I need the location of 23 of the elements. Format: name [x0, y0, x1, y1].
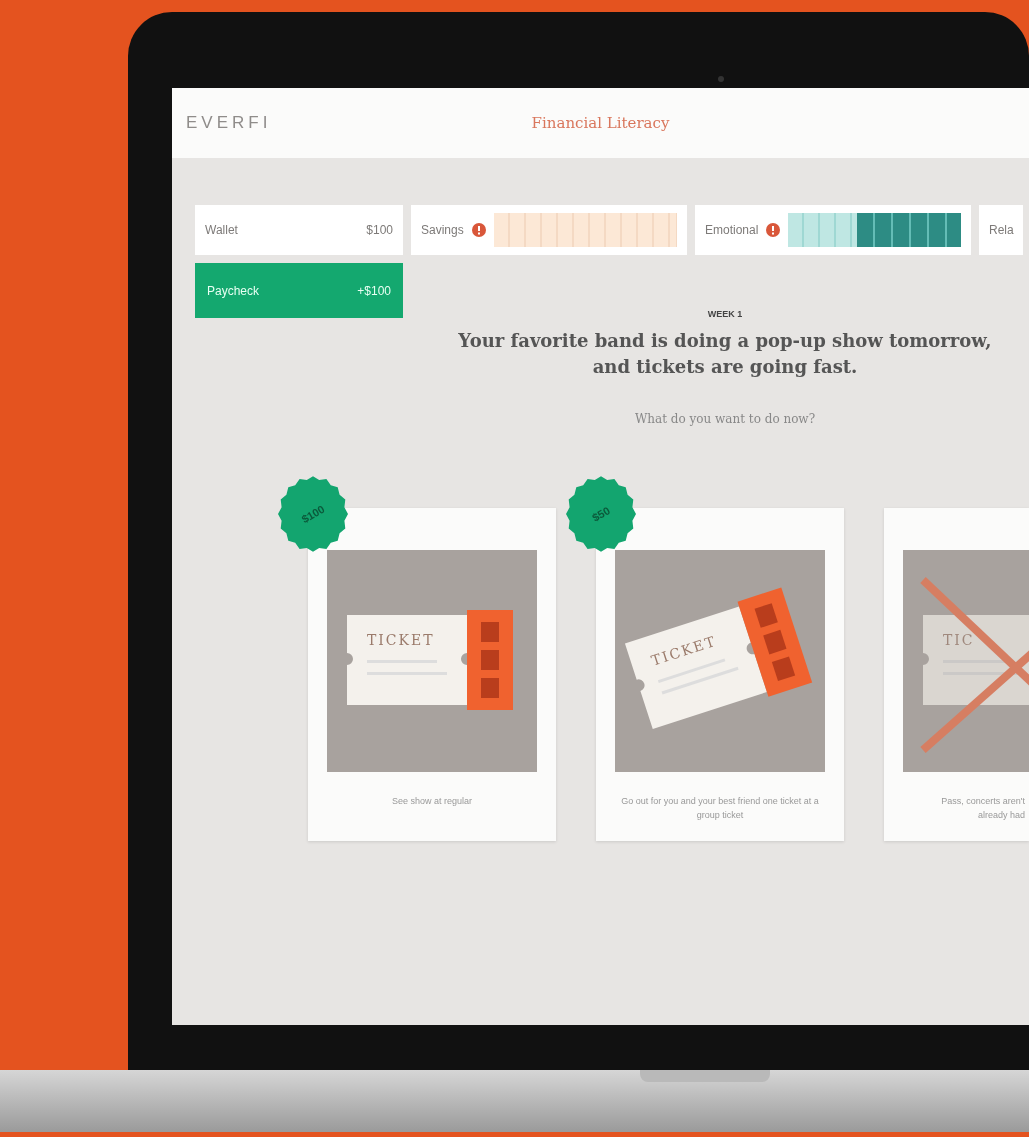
- price-badge: $100: [278, 475, 348, 552]
- help-icon[interactable]: [766, 223, 781, 237]
- stat-label: Savings: [421, 222, 464, 239]
- stat-value: $100: [366, 222, 393, 239]
- question-text: What do you want to do now?: [634, 411, 816, 426]
- ticket-illustration: TICKET: [327, 549, 537, 772]
- ticket-illustration: TIC: [903, 549, 1029, 772]
- help-icon[interactable]: [471, 223, 486, 237]
- price-badge: $50: [566, 475, 636, 552]
- week-label: WEEK 1: [706, 308, 744, 321]
- card-caption: Pass, concerts aren't: [940, 794, 1025, 808]
- stat-label: Emotional: [705, 222, 759, 239]
- card-caption: Go out for you and your best friend one ticket at a group ticket: [620, 794, 820, 823]
- card-caption: already had: [976, 809, 1025, 823]
- stat-label: Wallet: [205, 222, 238, 239]
- scenario-heading: Your favorite band is doing a pop-up show tomorrow, and tickets are going fast.: [458, 329, 992, 377]
- logo: EVERFI: [186, 112, 272, 135]
- camera-icon: [718, 76, 724, 82]
- paycheck-label: Paycheck: [207, 282, 260, 300]
- card-caption: See show at regular: [390, 794, 473, 808]
- paycheck-value: +$100: [357, 282, 391, 300]
- course-title: Financial Literacy: [530, 113, 671, 132]
- stat-label: Rela: [989, 222, 1014, 239]
